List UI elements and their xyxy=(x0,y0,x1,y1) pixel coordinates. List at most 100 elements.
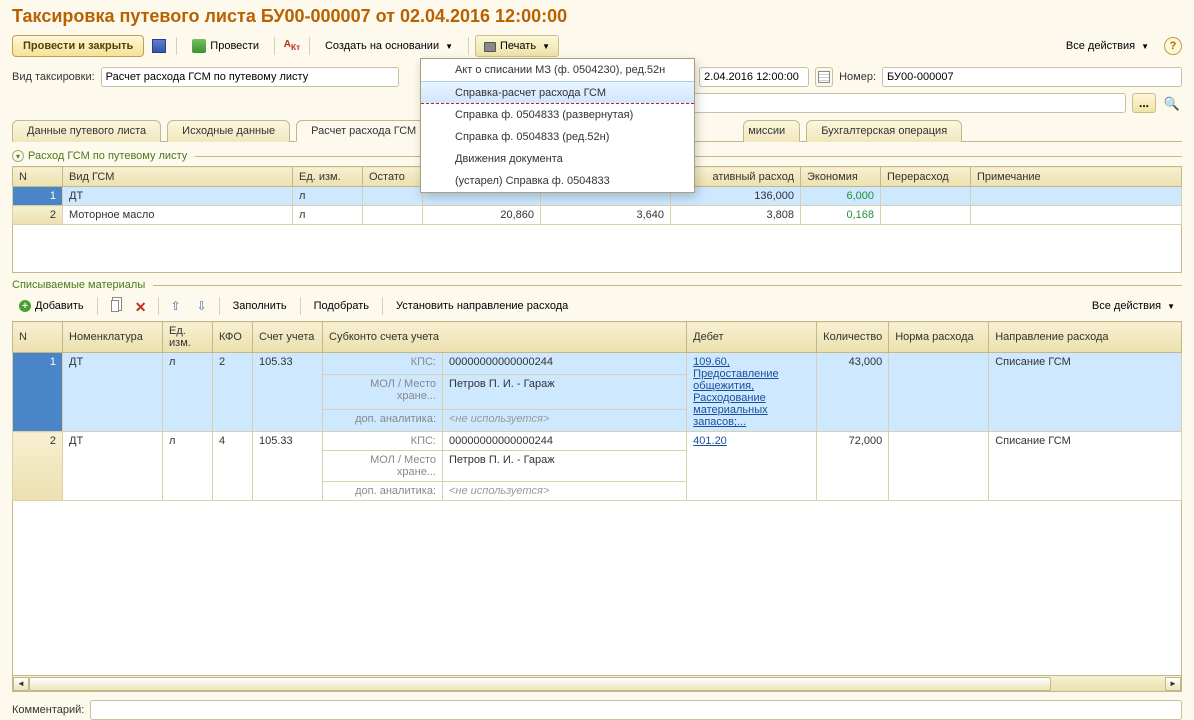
tab-commission[interactable]: миссии xyxy=(743,120,800,142)
vid-input[interactable] xyxy=(101,67,399,87)
cell: 3,640 xyxy=(541,206,671,225)
debit-link[interactable]: 401.20 xyxy=(693,435,727,447)
cell: 00000000000000244 xyxy=(443,353,687,375)
group-materials-title: Списываемые материалы xyxy=(12,279,145,291)
col-ost[interactable]: Остато xyxy=(363,167,423,187)
tab-waybill-data[interactable]: Данные путевого листа xyxy=(12,120,161,142)
add-label: Добавить xyxy=(35,300,84,312)
col-n[interactable]: N xyxy=(13,167,63,187)
cell: Петров П. И. - Гараж xyxy=(443,374,687,409)
calendar-button[interactable] xyxy=(815,67,833,87)
scroll-track[interactable] xyxy=(29,677,1165,691)
print-menu-item[interactable]: (устарел) Справка ф. 0504833 xyxy=(421,170,694,192)
all-actions-button[interactable]: Все действия▼ xyxy=(1057,35,1158,57)
separator xyxy=(176,37,177,55)
separator xyxy=(97,297,98,315)
cell: 2 xyxy=(13,432,63,501)
scroll-thumb[interactable] xyxy=(29,677,1051,691)
tab-source-data[interactable]: Исходные данные xyxy=(167,120,290,142)
print-menu-item[interactable]: Акт о списании МЗ (ф. 0504230), ред.52н xyxy=(421,59,694,81)
cell: 6,000 xyxy=(801,187,881,206)
print-menu-item[interactable]: Справка ф. 0504833 (развернутая) xyxy=(421,104,694,126)
number-input[interactable] xyxy=(882,67,1182,87)
add-button[interactable]: +Добавить xyxy=(12,295,91,317)
col-econ[interactable]: Экономия xyxy=(801,167,881,187)
materials-row[interactable]: 1 ДТ л 2 105.33 КПС: 00000000000000244 1… xyxy=(13,353,1182,375)
materials-toolbar: +Добавить ✕ ⇧ ⇩ Заполнить Подобрать Уста… xyxy=(12,295,1182,317)
comment-input[interactable] xyxy=(90,700,1182,720)
set-direction-button[interactable]: Установить направление расхода xyxy=(389,295,575,317)
print-menu-item[interactable]: Справка ф. 0504833 (ред.52н) xyxy=(421,126,694,148)
col-qty[interactable]: Количество xyxy=(817,322,889,353)
post-label: Провести xyxy=(210,40,259,52)
col-kfo[interactable]: КФО xyxy=(213,322,253,353)
post-and-close-button[interactable]: Провести и закрыть xyxy=(12,35,144,57)
cell: доп. аналитика: xyxy=(323,482,443,501)
scroll-right-button[interactable]: ► xyxy=(1165,677,1181,691)
collapse-icon[interactable]: ▾ xyxy=(12,150,24,162)
col-norm[interactable]: Норма расхода xyxy=(889,322,989,353)
scroll-left-button[interactable]: ◄ xyxy=(13,677,29,691)
debit-link[interactable]: 109.60, Предоставление общежития, Расход… xyxy=(693,356,778,428)
cell: л xyxy=(163,432,213,501)
separator xyxy=(219,297,220,315)
move-up-button[interactable]: ⇧ xyxy=(165,295,187,317)
pick-button[interactable]: Подобрать xyxy=(307,295,376,317)
col-deb[interactable]: Дебет xyxy=(687,322,817,353)
cell: <не используется> xyxy=(449,485,549,497)
col-sub[interactable]: Субконто счета учета xyxy=(323,322,687,353)
cell xyxy=(363,187,423,206)
col-over[interactable]: Перерасход xyxy=(881,167,971,187)
post-icon xyxy=(192,39,206,53)
cell: 20,860 xyxy=(423,206,541,225)
grid-empty-area xyxy=(12,225,1182,273)
org-open-button[interactable]: 🔍 xyxy=(1162,93,1182,113)
col-nom[interactable]: Номенклатура xyxy=(63,322,163,353)
delete-icon: ✕ xyxy=(135,299,147,313)
tab-accounting[interactable]: Бухгалтерская операция xyxy=(806,120,962,142)
col-note[interactable]: Примечание xyxy=(971,167,1182,187)
col-n[interactable]: N xyxy=(13,322,63,353)
cell: 2 xyxy=(13,206,63,225)
materials-row[interactable]: 2 ДТ л 4 105.33 КПС: 00000000000000244 4… xyxy=(13,432,1182,451)
arrow-up-icon: ⇧ xyxy=(171,299,181,313)
print-label: Печать xyxy=(500,40,536,52)
ak-icon: АКт xyxy=(284,39,300,53)
move-down-button[interactable]: ⇩ xyxy=(191,295,213,317)
help-icon[interactable]: ? xyxy=(1164,37,1182,55)
delete-button[interactable]: ✕ xyxy=(130,295,152,317)
fill-button[interactable]: Заполнить xyxy=(226,295,294,317)
copy-button[interactable] xyxy=(104,295,126,317)
cell xyxy=(889,353,989,432)
main-toolbar: Провести и закрыть Провести АКт Создать … xyxy=(12,35,1182,57)
col-ed[interactable]: Ед. изм. xyxy=(163,322,213,353)
separator xyxy=(382,297,383,315)
ak-button[interactable]: АКт xyxy=(281,35,303,57)
print-button[interactable]: Печать▼ xyxy=(475,35,559,57)
save-button[interactable] xyxy=(148,35,170,57)
cell: л xyxy=(293,187,363,206)
cell xyxy=(971,187,1182,206)
col-vid[interactable]: Вид ГСМ xyxy=(63,167,293,187)
cell: Петров П. И. - Гараж xyxy=(443,451,687,482)
cell xyxy=(363,206,423,225)
separator xyxy=(158,297,159,315)
print-menu-item[interactable]: Движения документа xyxy=(421,148,694,170)
create-based-button[interactable]: Создать на основании▼ xyxy=(316,35,462,57)
col-ed[interactable]: Ед. изм. xyxy=(293,167,363,187)
cell xyxy=(889,432,989,501)
org-select-button[interactable]: ... xyxy=(1132,93,1156,113)
fuel-row[interactable]: 2 Моторное масло л 20,860 3,640 3,808 0,… xyxy=(13,206,1182,225)
col-dir[interactable]: Направление расхода xyxy=(989,322,1182,353)
horizontal-scrollbar[interactable]: ◄ ► xyxy=(12,676,1182,692)
print-menu-item-selected[interactable]: Справка-расчет расхода ГСМ xyxy=(421,81,694,104)
all-actions-button-2[interactable]: Все действия▼ xyxy=(1085,295,1182,317)
arrow-down-icon: ⇩ xyxy=(197,299,207,313)
cell: МОЛ / Место хране... xyxy=(323,451,443,482)
col-acc[interactable]: Счет учета xyxy=(253,322,323,353)
tab-fuel-calc[interactable]: Расчет расхода ГСМ xyxy=(296,120,431,142)
date-input[interactable] xyxy=(699,67,809,87)
post-button[interactable]: Провести xyxy=(183,35,268,57)
print-dropdown: Акт о списании МЗ (ф. 0504230), ред.52н … xyxy=(420,58,695,193)
cell: л xyxy=(293,206,363,225)
